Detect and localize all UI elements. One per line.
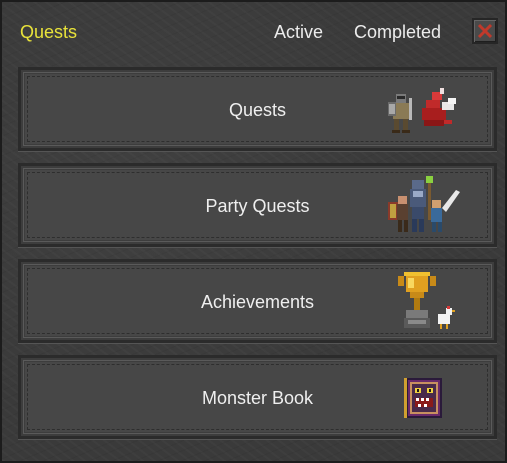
adventurer-party-icon (388, 176, 460, 232)
knight-and-dragon-icon (388, 88, 456, 133)
close-icon (477, 23, 493, 39)
achievements-button[interactable]: Achievements (18, 259, 497, 343)
trophy-icon (398, 272, 455, 329)
window-title: Quests (20, 22, 78, 42)
monster-book-icon (404, 378, 442, 418)
close-button[interactable] (472, 18, 498, 44)
monster-book-button[interactable]: Monster Book (18, 355, 497, 439)
party-quests-button[interactable]: Party Quests (18, 163, 497, 247)
tab-active[interactable]: Active (274, 22, 323, 43)
quests-button[interactable]: Quests (18, 67, 497, 151)
tab-completed[interactable]: Completed (354, 22, 441, 43)
quests-window: Quests Active Completed Quests Party Que… (0, 0, 507, 463)
window-header: Quests Active Completed (2, 2, 505, 64)
